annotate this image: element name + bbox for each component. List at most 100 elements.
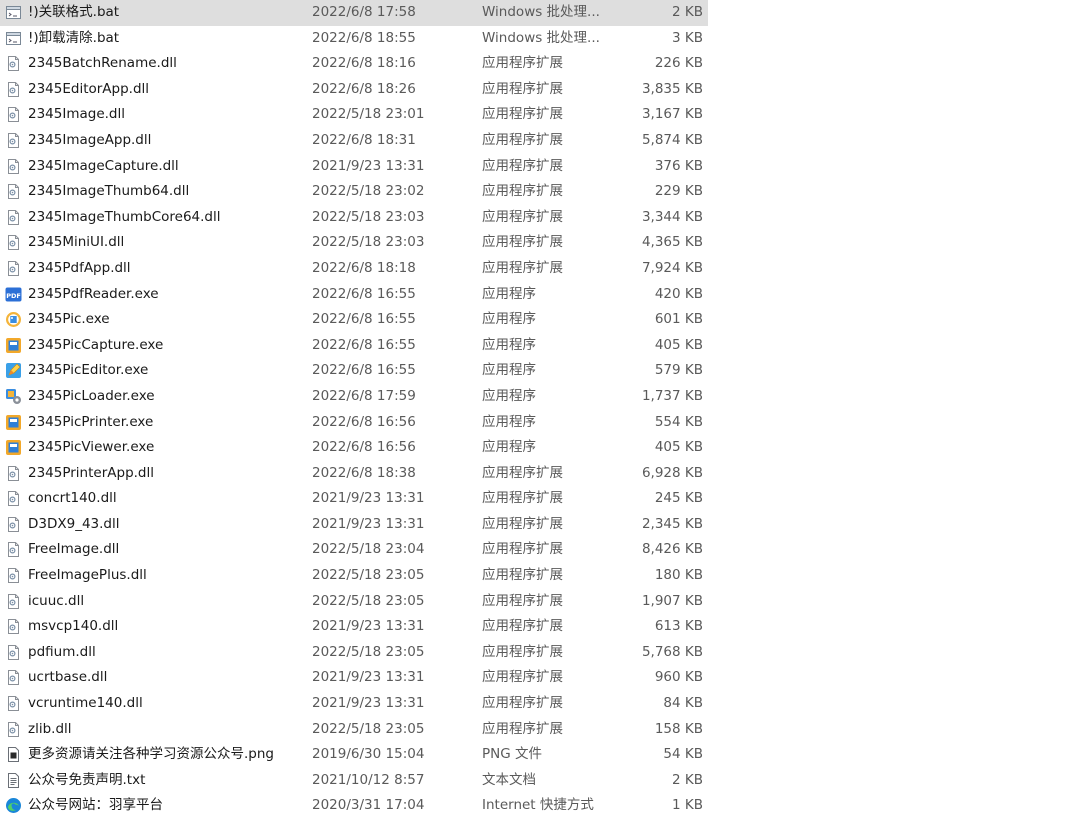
file-type: 应用程序扩展 (482, 80, 563, 97)
pic-app-icon (5, 311, 22, 328)
dll-file-icon (5, 234, 22, 251)
file-row[interactable]: 公众号网站：羽享平台 2020/3/31 17:04 Internet 快捷方式… (0, 793, 708, 815)
file-list: !)关联格式.bat 2022/6/8 17:58 Windows 批处理...… (0, 0, 708, 815)
file-row[interactable]: 更多资源请关注各种学习资源公众号.png 2019/6/30 15:04 PNG… (0, 742, 708, 768)
file-name: FreeImage.dll (28, 541, 120, 558)
file-row[interactable]: 2345PicViewer.exe 2022/6/8 16:56 应用程序 40… (0, 435, 708, 461)
file-name: 2345PicLoader.exe (28, 387, 155, 404)
file-size: 226 KB (654, 55, 703, 72)
file-name: FreeImagePlus.dll (28, 567, 147, 584)
file-name: 2345PdfReader.exe (28, 285, 159, 302)
dll-file-icon (5, 183, 22, 200)
file-row[interactable]: concrt140.dll 2021/9/23 13:31 应用程序扩展 245… (0, 486, 708, 512)
file-modified-date: 2022/6/8 16:55 (312, 311, 416, 328)
file-name: icuuc.dll (28, 592, 85, 609)
file-modified-date: 2021/9/23 13:31 (312, 618, 425, 635)
file-row[interactable]: zlib.dll 2022/5/18 23:05 应用程序扩展 158 KB (0, 717, 708, 743)
file-row[interactable]: 2345PrinterApp.dll 2022/6/8 18:38 应用程序扩展… (0, 461, 708, 487)
file-size: 2 KB (672, 4, 703, 20)
dll-file-icon (5, 132, 22, 149)
file-size: 3,835 KB (641, 80, 703, 97)
dll-file-icon (5, 55, 22, 72)
dll-file-icon (5, 721, 22, 738)
file-modified-date: 2022/5/18 23:05 (312, 592, 425, 609)
file-modified-date: 2022/5/18 23:03 (312, 234, 425, 251)
file-size: 229 KB (654, 183, 703, 200)
file-size: 158 KB (654, 720, 703, 737)
file-size: 1,907 KB (641, 592, 703, 609)
file-name: 2345ImageCapture.dll (28, 157, 179, 174)
file-modified-date: 2022/6/8 16:55 (312, 362, 416, 379)
file-size: 5,874 KB (641, 131, 703, 148)
file-row[interactable]: icuuc.dll 2022/5/18 23:05 应用程序扩展 1,907 K… (0, 589, 708, 615)
file-row[interactable]: 2345BatchRename.dll 2022/6/8 18:16 应用程序扩… (0, 51, 708, 77)
file-row[interactable]: 2345ImageApp.dll 2022/6/8 18:31 应用程序扩展 5… (0, 128, 708, 154)
file-row[interactable]: 2345PicPrinter.exe 2022/6/8 16:56 应用程序 5… (0, 410, 708, 436)
file-name: zlib.dll (28, 720, 72, 737)
file-type: PNG 文件 (482, 746, 542, 763)
file-type: 应用程序扩展 (482, 234, 563, 251)
file-row[interactable]: 2345ImageCapture.dll 2021/9/23 13:31 应用程… (0, 154, 708, 180)
file-row[interactable]: FreeImage.dll 2022/5/18 23:04 应用程序扩展 8,4… (0, 537, 708, 563)
file-row[interactable]: 2345Pic.exe 2022/6/8 16:55 应用程序 601 KB (0, 307, 708, 333)
file-type: 应用程序扩展 (482, 515, 563, 532)
file-type: 应用程序扩展 (482, 567, 563, 584)
file-size: 5,768 KB (641, 643, 703, 660)
file-row[interactable]: pdfium.dll 2022/5/18 23:05 应用程序扩展 5,768 … (0, 640, 708, 666)
file-row[interactable]: msvcp140.dll 2021/9/23 13:31 应用程序扩展 613 … (0, 614, 708, 640)
file-row[interactable]: ucrtbase.dll 2021/9/23 13:31 应用程序扩展 960 … (0, 665, 708, 691)
file-modified-date: 2019/6/30 15:04 (312, 746, 425, 763)
file-row[interactable]: PDF 2345PdfReader.exe 2022/6/8 16:55 应用程… (0, 282, 708, 308)
pdf-app-icon: PDF (5, 286, 22, 303)
file-size: 6,928 KB (641, 464, 703, 481)
file-size: 2,345 KB (641, 515, 703, 532)
file-name: 2345PicEditor.exe (28, 362, 149, 379)
file-row[interactable]: 2345ImageThumb64.dll 2022/5/18 23:02 应用程… (0, 179, 708, 205)
file-row[interactable]: 2345ImageThumbCore64.dll 2022/5/18 23:03… (0, 205, 708, 231)
file-row[interactable]: 公众号免责声明.txt 2021/10/12 8:57 文本文档 2 KB (0, 768, 708, 794)
file-size: 245 KB (654, 490, 703, 507)
file-name: msvcp140.dll (28, 618, 119, 635)
file-modified-date: 2022/6/8 18:16 (312, 55, 416, 72)
file-row[interactable]: !)卸载清除.bat 2022/6/8 18:55 Windows 批处理...… (0, 26, 708, 52)
dll-file-icon (5, 669, 22, 686)
file-row[interactable]: 2345PicEditor.exe 2022/6/8 16:55 应用程序 57… (0, 358, 708, 384)
file-name: 2345PrinterApp.dll (28, 464, 155, 481)
file-type: 应用程序扩展 (482, 592, 563, 609)
file-type: 应用程序扩展 (482, 490, 563, 507)
file-size: 405 KB (654, 336, 703, 353)
file-row[interactable]: FreeImagePlus.dll 2022/5/18 23:05 应用程序扩展… (0, 563, 708, 589)
file-type: 应用程序扩展 (482, 183, 563, 200)
file-name: 2345Image.dll (28, 106, 125, 123)
file-modified-date: 2020/3/31 17:04 (312, 797, 425, 814)
pic-loader-icon (5, 388, 22, 405)
file-row[interactable]: 2345PicLoader.exe 2022/6/8 17:59 应用程序 1,… (0, 384, 708, 410)
file-name: 2345ImageThumbCore64.dll (28, 208, 221, 225)
file-row[interactable]: vcruntime140.dll 2021/9/23 13:31 应用程序扩展 … (0, 691, 708, 717)
file-type: 应用程序扩展 (482, 541, 563, 558)
file-modified-date: 2022/6/8 18:55 (312, 29, 416, 46)
file-row[interactable]: 2345Image.dll 2022/5/18 23:01 应用程序扩展 3,1… (0, 102, 708, 128)
file-row[interactable]: !)关联格式.bat 2022/6/8 17:58 Windows 批处理...… (0, 0, 708, 26)
file-modified-date: 2022/6/8 18:26 (312, 80, 416, 97)
file-type: 应用程序扩展 (482, 157, 563, 174)
pic-editor-icon (5, 362, 22, 379)
file-row[interactable]: 2345MiniUI.dll 2022/5/18 23:03 应用程序扩展 4,… (0, 230, 708, 256)
file-modified-date: 2021/9/23 13:31 (312, 669, 425, 686)
file-size: 554 KB (654, 413, 703, 430)
file-name: 公众号网站：羽享平台 (28, 797, 163, 814)
file-row[interactable]: 2345PdfApp.dll 2022/6/8 18:18 应用程序扩展 7,9… (0, 256, 708, 282)
file-modified-date: 2021/9/23 13:31 (312, 490, 425, 507)
png-file-icon (5, 746, 22, 763)
file-row[interactable]: D3DX9_43.dll 2021/9/23 13:31 应用程序扩展 2,34… (0, 512, 708, 538)
file-row[interactable]: 2345EditorApp.dll 2022/6/8 18:26 应用程序扩展 … (0, 77, 708, 103)
dll-file-icon (5, 465, 22, 482)
file-size: 2 KB (672, 771, 703, 788)
file-name: ucrtbase.dll (28, 669, 108, 686)
file-type: 应用程序扩展 (482, 131, 563, 148)
text-file-icon (5, 772, 22, 789)
file-type: 应用程序 (482, 439, 536, 456)
file-row[interactable]: 2345PicCapture.exe 2022/6/8 16:55 应用程序 4… (0, 333, 708, 359)
file-modified-date: 2021/9/23 13:31 (312, 515, 425, 532)
file-modified-date: 2021/9/23 13:31 (312, 695, 425, 712)
